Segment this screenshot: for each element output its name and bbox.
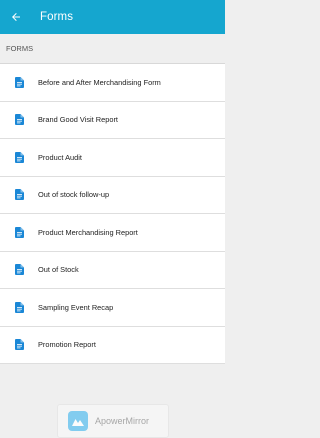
document-icon bbox=[14, 76, 24, 88]
form-item-label: Sampling Event Recap bbox=[38, 302, 114, 312]
form-item-product-merchandising-report[interactable]: Product Merchandising Report bbox=[0, 214, 225, 252]
section-header-forms: FORMS bbox=[0, 34, 225, 64]
form-item-before-after-merchandising[interactable]: Before and After Merchandising Form bbox=[0, 64, 225, 102]
watermark-text: ApowerMirror bbox=[95, 416, 150, 426]
document-icon bbox=[14, 189, 24, 201]
document-icon bbox=[14, 264, 24, 276]
form-item-product-audit[interactable]: Product Audit bbox=[0, 139, 225, 177]
form-item-label: Product Merchandising Report bbox=[38, 227, 138, 237]
apowermirror-watermark: ApowerMirror bbox=[57, 404, 169, 438]
form-item-sampling-event-recap[interactable]: Sampling Event Recap bbox=[0, 289, 225, 327]
form-item-label: Out of stock follow-up bbox=[38, 190, 110, 200]
document-icon bbox=[14, 114, 24, 126]
form-item-label: Brand Good Visit Report bbox=[38, 115, 118, 125]
form-item-out-of-stock[interactable]: Out of Stock bbox=[0, 252, 225, 289]
form-item-label: Before and After Merchandising Form bbox=[38, 77, 161, 87]
app-bar: Forms bbox=[0, 0, 225, 34]
document-icon bbox=[14, 339, 24, 351]
arrow-left-icon bbox=[12, 13, 20, 21]
page-title: Forms bbox=[40, 11, 74, 23]
document-icon bbox=[14, 151, 24, 163]
form-item-label: Out of Stock bbox=[38, 265, 79, 275]
apowermirror-logo-icon bbox=[68, 411, 88, 431]
form-item-brand-good-visit-report[interactable]: Brand Good Visit Report bbox=[0, 102, 225, 139]
forms-list: Before and After Merchandising Form Bran… bbox=[0, 64, 225, 364]
document-icon bbox=[14, 301, 24, 313]
form-item-label: Promotion Report bbox=[38, 340, 96, 350]
form-item-out-of-stock-follow-up[interactable]: Out of stock follow-up bbox=[0, 177, 225, 214]
back-button[interactable] bbox=[2, 0, 30, 34]
form-item-promotion-report[interactable]: Promotion Report bbox=[0, 327, 225, 364]
document-icon bbox=[14, 226, 24, 238]
form-item-label: Product Audit bbox=[38, 152, 82, 162]
